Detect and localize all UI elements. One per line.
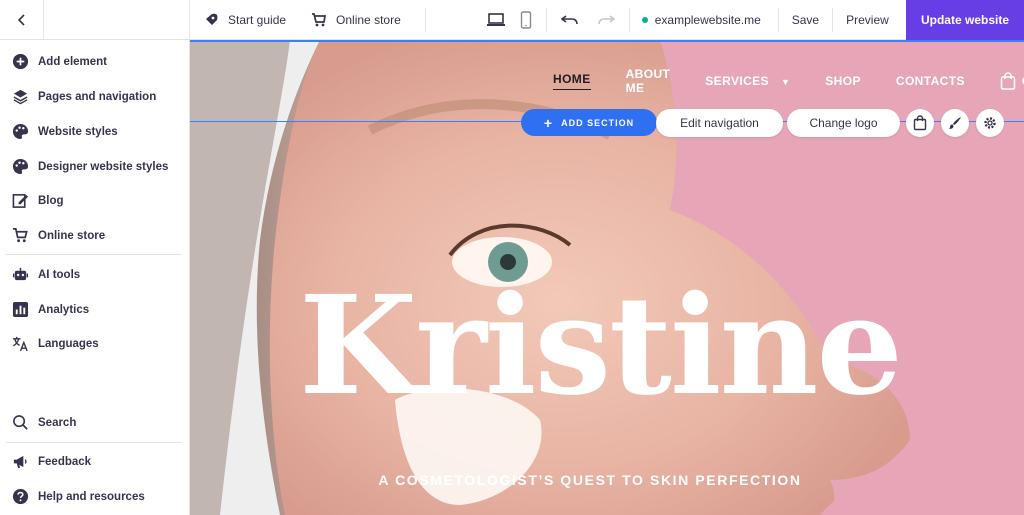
- search-icon: [13, 415, 28, 430]
- shopping-bag-icon: [1000, 72, 1016, 90]
- shopping-bag-icon: [913, 115, 927, 131]
- sidebar-item-ai-tools[interactable]: AI tools: [12, 266, 80, 283]
- hero-tagline[interactable]: A COSMETOLOGIST’S QUEST TO SKIN PERFECTI…: [190, 472, 990, 488]
- translate-icon: [12, 336, 28, 352]
- sidebar-item-label: AI tools: [38, 268, 81, 281]
- nav-services[interactable]: SERVICES ▼: [705, 74, 790, 88]
- cart-icon: [312, 12, 327, 26]
- add-section-label: ADD SECTION: [561, 117, 635, 128]
- top-toolbar: Start guide Online store examplewebsite.…: [0, 0, 1024, 40]
- chart-icon: [12, 301, 29, 318]
- nav-cart[interactable]: CA: [1000, 72, 1024, 90]
- hero-headline[interactable]: Kristine: [270, 278, 930, 414]
- nav-shop[interactable]: SHOP: [825, 74, 861, 88]
- online-store-button[interactable]: Online store: [298, 0, 413, 40]
- sidebar-item-label: Languages: [38, 337, 99, 350]
- sidebar-item-help[interactable]: Help and resources: [12, 488, 145, 505]
- undo-icon[interactable]: [560, 13, 579, 27]
- megaphone-icon: [13, 455, 27, 469]
- sidebar-item-label: Online store: [38, 229, 106, 242]
- start-guide-label: Start guide: [228, 12, 287, 27]
- nav-home[interactable]: HOME: [553, 72, 591, 90]
- sidebar-item-designer-styles[interactable]: Designer website styles: [12, 158, 168, 175]
- sidebar-item-label: Pages and navigation: [38, 90, 157, 103]
- style-editor-button[interactable]: [941, 109, 969, 137]
- sidebar-item-website-styles[interactable]: Website styles: [12, 123, 118, 140]
- sidebar-item-feedback[interactable]: Feedback: [12, 453, 91, 470]
- back-button[interactable]: [0, 0, 44, 40]
- desktop-icon[interactable]: [486, 12, 506, 28]
- brush-icon: [949, 117, 961, 129]
- domain-label: examplewebsite.me: [654, 12, 761, 27]
- change-logo-button[interactable]: Change logo: [787, 109, 900, 137]
- preview-button[interactable]: Preview: [833, 0, 902, 40]
- sidebar-item-label: Add element: [38, 55, 108, 68]
- shop-settings-button[interactable]: [906, 109, 934, 137]
- sidebar-item-online-store[interactable]: Online store: [12, 227, 105, 244]
- divider: [6, 442, 182, 443]
- layers-icon: [13, 89, 28, 105]
- add-section-button[interactable]: + ADD SECTION: [521, 109, 657, 136]
- update-website-button[interactable]: Update website: [906, 0, 1024, 40]
- edit-icon: [12, 194, 29, 208]
- sidebar-item-label: Feedback: [38, 455, 92, 468]
- help-icon: [12, 488, 29, 505]
- sidebar-item-label: Analytics: [38, 303, 90, 316]
- sidebar: Add element Pages and navigation Website…: [0, 40, 190, 515]
- history-controls: [547, 0, 629, 40]
- plus-circle-icon: [12, 53, 29, 70]
- device-switcher: [426, 0, 546, 40]
- robot-icon: [12, 267, 29, 281]
- sidebar-item-add-element[interactable]: Add element: [12, 53, 107, 70]
- online-store-label: Online store: [336, 12, 401, 27]
- redo-icon[interactable]: [597, 13, 615, 27]
- sidebar-item-label: Blog: [38, 194, 64, 207]
- settings-button[interactable]: [976, 109, 1004, 137]
- rocket-icon: [206, 13, 218, 25]
- mobile-icon[interactable]: [520, 10, 532, 29]
- nav-services-label: SERVICES: [705, 74, 769, 88]
- palette-icon: [12, 123, 29, 140]
- status-dot: [641, 16, 648, 23]
- cart-icon: [12, 228, 28, 243]
- edit-navigation-button[interactable]: Edit navigation: [656, 109, 783, 137]
- website-canvas[interactable]: HOME ABOUT ME SERVICES ▼ SHOP CONTACTS CA…: [190, 40, 1024, 515]
- save-button[interactable]: Save: [779, 0, 832, 40]
- chevron-down-icon: ▼: [780, 77, 791, 87]
- sidebar-item-languages[interactable]: Languages: [12, 335, 99, 352]
- gear-icon: [984, 117, 996, 129]
- palette-icon: [12, 158, 29, 175]
- sidebar-item-label: Help and resources: [38, 490, 145, 503]
- nav-about[interactable]: ABOUT ME: [626, 67, 671, 95]
- start-guide-button[interactable]: Start guide: [190, 0, 298, 40]
- divider: [6, 254, 182, 255]
- sidebar-item-label: Search: [38, 416, 77, 429]
- toolbar-spacer: [44, 0, 190, 40]
- sidebar-item-blog[interactable]: Blog: [12, 192, 64, 209]
- chevron-left-icon: [17, 13, 25, 26]
- sidebar-item-label: Website styles: [38, 125, 118, 138]
- domain-indicator[interactable]: examplewebsite.me: [630, 0, 778, 40]
- sidebar-item-search[interactable]: Search: [12, 414, 76, 431]
- nav-contacts[interactable]: CONTACTS: [896, 74, 965, 88]
- plus-icon: +: [543, 114, 554, 131]
- sidebar-item-label: Designer website styles: [38, 160, 169, 173]
- sidebar-item-pages[interactable]: Pages and navigation: [12, 88, 156, 105]
- sidebar-item-analytics[interactable]: Analytics: [12, 301, 89, 318]
